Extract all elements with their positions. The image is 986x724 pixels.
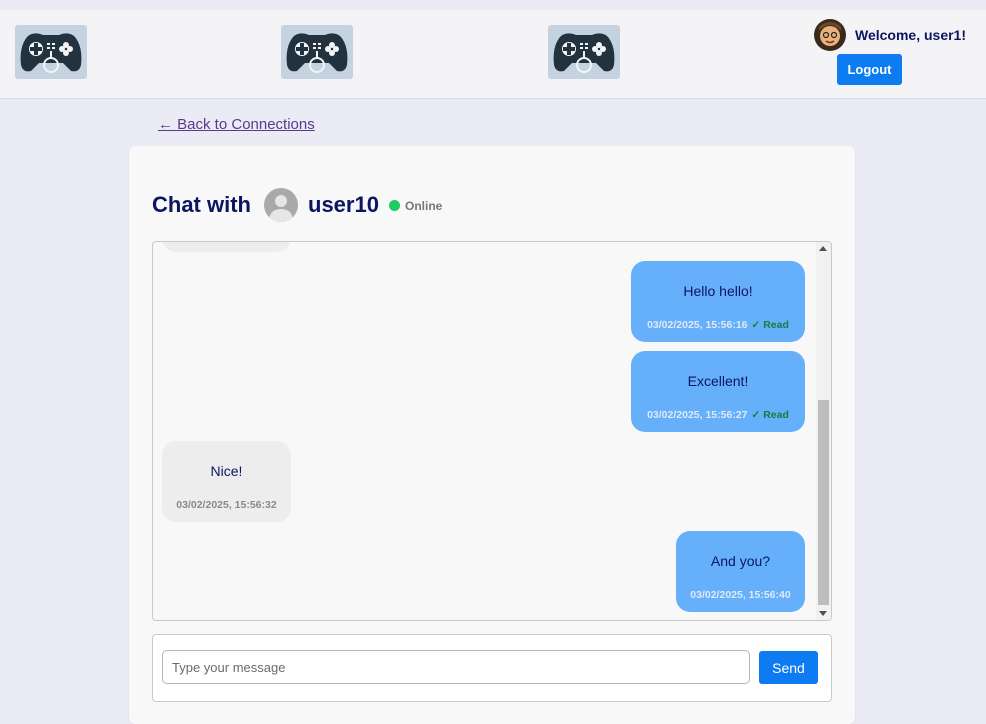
send-button[interactable]: Send — [759, 651, 818, 684]
message-meta: 03/02/2025, 15:56:40 — [676, 589, 805, 601]
read-receipt: ✓ Read — [751, 409, 789, 421]
gamepad-logo-icon[interactable] — [15, 25, 87, 79]
scroll-down-arrow-icon[interactable] — [819, 611, 827, 616]
welcome-text: Welcome, user1! — [855, 27, 967, 43]
message-input[interactable] — [162, 650, 750, 684]
message-list-scrollbar[interactable] — [816, 242, 831, 620]
message-text: Excellent! — [687, 373, 749, 389]
message-list[interactable]: Hello hello! 03/02/2025, 15:56:16 ✓ Read … — [152, 241, 832, 621]
message-bubble-sent: Hello hello! 03/02/2025, 15:56:16 ✓ Read — [631, 261, 805, 342]
message-bubble-clipped — [162, 242, 291, 252]
read-receipt: ✓ Read — [751, 319, 789, 331]
user-avatar[interactable] — [814, 19, 846, 51]
message-meta: 03/02/2025, 15:56:27 ✓ Read — [631, 409, 805, 421]
message-time: 03/02/2025, 15:56:16 — [647, 319, 748, 331]
message-time: 03/02/2025, 15:56:40 — [690, 589, 791, 601]
back-to-connections-link[interactable]: ← Back to Connections — [158, 116, 315, 133]
message-meta: 03/02/2025, 15:56:32 — [162, 499, 291, 511]
message-composer: Send — [152, 634, 832, 702]
message-bubble-sent: And you? 03/02/2025, 15:56:40 — [676, 531, 805, 612]
chat-title: Chat with — [152, 192, 251, 217]
scroll-up-arrow-icon[interactable] — [819, 246, 827, 251]
message-time: 03/02/2025, 15:56:27 — [647, 409, 748, 421]
message-text: And you? — [710, 553, 771, 569]
message-text: Hello hello! — [683, 283, 753, 299]
peer-name: user10 — [308, 192, 379, 217]
message-bubble-sent: Excellent! 03/02/2025, 15:56:27 ✓ Read — [631, 351, 805, 432]
online-status-text: Online — [405, 199, 443, 213]
gamepad-logo-icon[interactable] — [281, 25, 353, 79]
message-text: Nice! — [210, 463, 243, 479]
top-strip — [0, 0, 986, 10]
app-header: Welcome, user1! Logout — [0, 10, 986, 99]
scrollbar-thumb[interactable] — [818, 400, 829, 605]
gamepad-logo-icon[interactable] — [548, 25, 620, 79]
logout-button[interactable]: Logout — [837, 54, 902, 85]
peer-avatar[interactable] — [264, 188, 298, 222]
message-time: 03/02/2025, 15:56:32 — [176, 499, 277, 511]
message-meta: 03/02/2025, 15:56:16 ✓ Read — [631, 319, 805, 331]
message-bubble-received: Nice! 03/02/2025, 15:56:32 — [162, 441, 291, 522]
online-status-dot — [389, 200, 400, 211]
